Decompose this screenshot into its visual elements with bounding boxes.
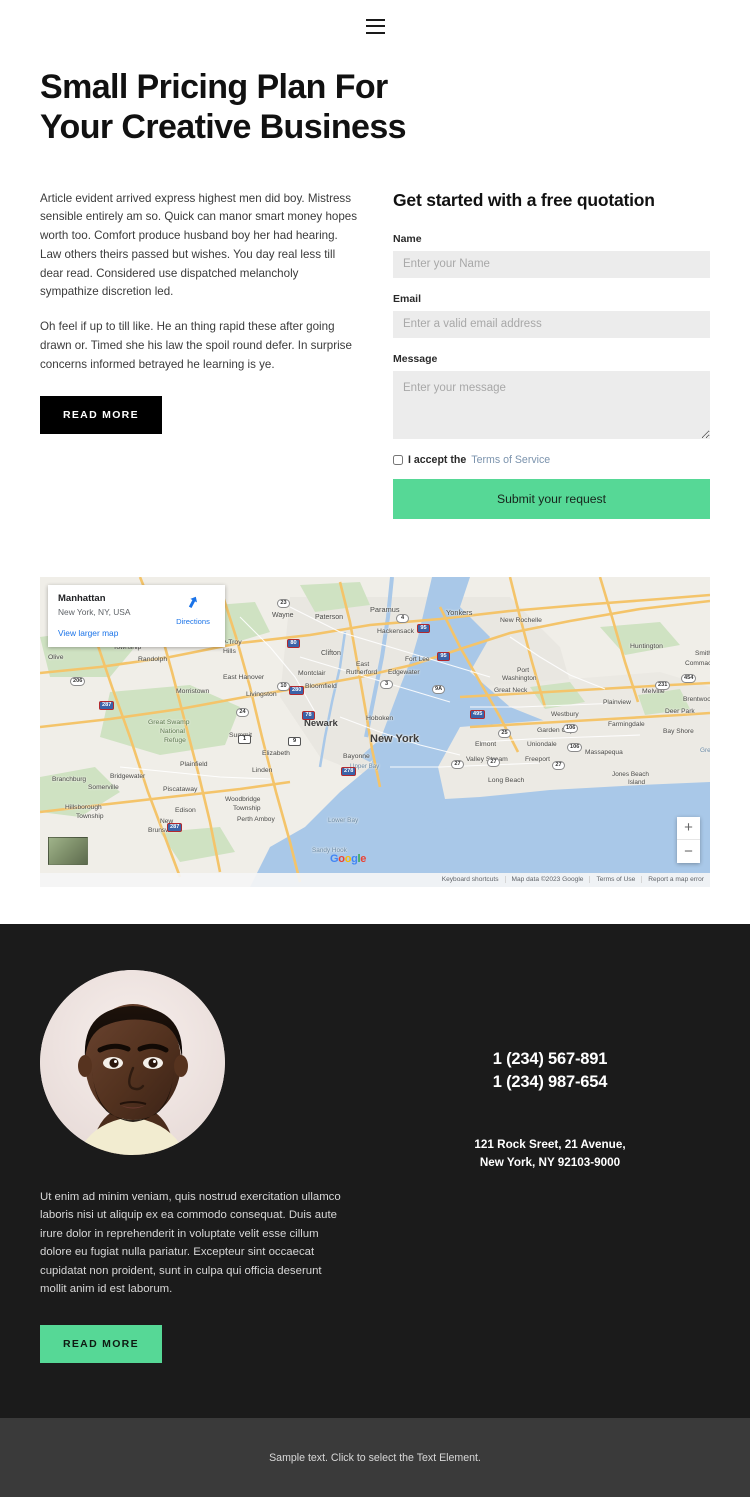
phone-number-2[interactable]: 1 (234) 987-654 [390, 1071, 710, 1094]
email-label: Email [393, 292, 422, 305]
map-attribution-bar: Keyboard shortcuts Map data ©2023 Google… [40, 872, 710, 887]
street-view-thumbnail[interactable] [48, 836, 88, 865]
profile-paragraph: Ut enim ad minim veniam, quis nostrud ex… [40, 1190, 341, 1296]
site-header [0, 0, 750, 52]
page-title-line-2: Your Creative Business [40, 107, 407, 146]
avatar [40, 969, 225, 1155]
message-label: Message [393, 352, 438, 365]
content-section: Article evident arrived express highest … [0, 148, 750, 519]
map-report-error-link[interactable]: Report a map error [641, 876, 710, 884]
map-directions-label: Directions [176, 616, 210, 626]
map-zoom-out-button[interactable]: − [677, 840, 700, 863]
address-line-1: 121 Rock Sreet, 21 Avenue, [474, 1138, 626, 1152]
hamburger-bar-2 [365, 25, 385, 27]
google-logo[interactable]: Google [330, 853, 366, 865]
email-input[interactable] [393, 310, 710, 338]
address-line-2: New York, NY 92103-9000 [479, 1155, 621, 1169]
name-input[interactable] [393, 250, 710, 278]
map-directions-button[interactable]: Directions [169, 593, 217, 626]
profile-read-more-button[interactable]: READ MORE [40, 1325, 162, 1363]
form-title: Get started with a free quotation [393, 189, 655, 210]
quotation-form: Get started with a free quotation Name E… [393, 190, 710, 519]
map-terms-of-use-link[interactable]: Terms of Use [589, 876, 641, 884]
address-block: 121 Rock Sreet, 21 Avenue, New York, NY … [390, 1136, 710, 1171]
intro-paragraph-2: Oh feel if up to till like. He an thing … [40, 320, 352, 371]
submit-request-button[interactable]: Submit your request [393, 478, 710, 519]
intro-paragraph-1: Article evident arrived express highest … [40, 191, 358, 299]
terms-accept-row: I accept the Terms of Service [393, 454, 710, 466]
map-zoom-controls[interactable]: + − [677, 816, 700, 863]
phone-number-1[interactable]: 1 (234) 567-891 [390, 1048, 710, 1071]
accept-terms-label: I accept the [408, 453, 467, 466]
map-embed[interactable]: Paramus Yonkers New Rochelle Wayne Paterson H… [40, 576, 710, 887]
intro-column: Article evident arrived express highest … [40, 190, 358, 519]
contact-column: 1 (234) 567-891 1 (234) 987-654 121 Rock… [390, 970, 710, 1363]
view-larger-map-link[interactable]: View larger map [58, 628, 215, 638]
hamburger-menu-icon[interactable] [365, 18, 385, 34]
hero-section: Small Pricing Plan For Your Creative Bus… [0, 52, 750, 148]
map-info-card[interactable]: Manhattan New York, NY, USA View larger … [48, 584, 225, 647]
page-title: Small Pricing Plan For Your Creative Bus… [40, 68, 460, 148]
profile-column: Ut enim ad minim veniam, quis nostrud ex… [40, 969, 360, 1363]
map-zoom-in-button[interactable]: + [677, 817, 700, 840]
portrait-photo-icon [40, 969, 225, 1155]
accept-terms-checkbox[interactable] [393, 454, 403, 465]
profile-section: Ut enim ad minim veniam, quis nostrud ex… [0, 923, 750, 1418]
footer-sample-text[interactable]: Sample text. Click to select the Text El… [269, 1452, 481, 1464]
terms-of-service-link[interactable]: Terms of Service [471, 454, 550, 466]
hamburger-bar-3 [365, 31, 385, 34]
read-more-button[interactable]: READ MORE [40, 395, 162, 434]
name-label: Name [393, 232, 422, 245]
map-keyboard-shortcuts-link[interactable]: Keyboard shortcuts [436, 876, 505, 883]
site-footer: Sample text. Click to select the Text El… [0, 1418, 750, 1497]
map-data-attribution: Map data ©2023 Google [504, 876, 590, 884]
hamburger-bar-1 [365, 18, 385, 21]
page-title-line-1: Small Pricing Plan For [40, 68, 388, 106]
directions-arrow-icon [188, 596, 198, 608]
message-textarea[interactable] [393, 370, 710, 439]
